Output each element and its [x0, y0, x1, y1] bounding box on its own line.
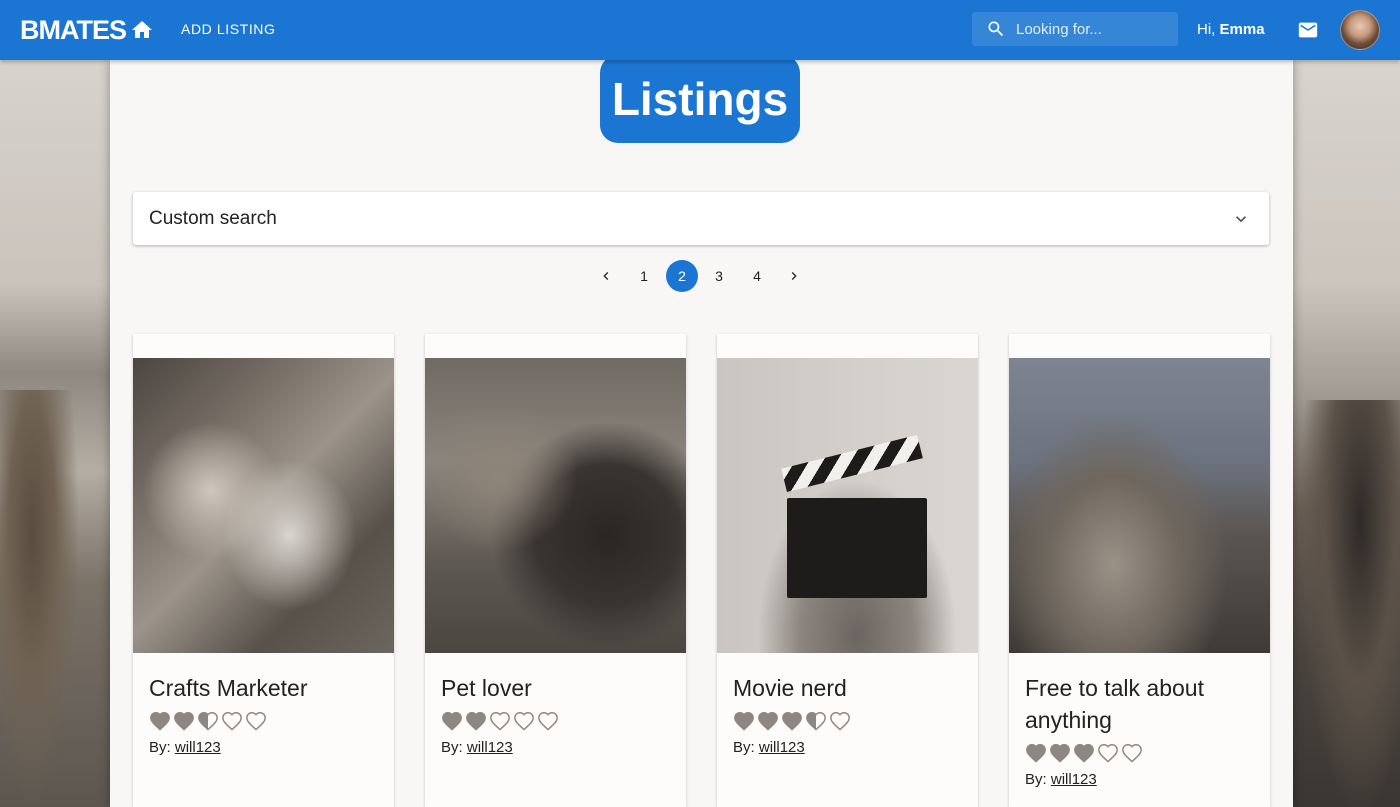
listing-image-money — [1009, 358, 1270, 653]
home-button[interactable] — [130, 18, 154, 42]
author-link[interactable]: will123 — [1051, 771, 1097, 788]
heart-empty-icon — [514, 712, 534, 731]
chevron-left-icon — [603, 272, 609, 280]
heart-full-icon — [466, 712, 486, 731]
by-label: By: — [441, 739, 463, 756]
top-navbar: BMATES ADD LISTING Hi, Emma — [0, 0, 1400, 60]
listing-author: By: will123 — [441, 739, 513, 756]
add-listing-link[interactable]: ADD LISTING — [181, 21, 276, 37]
heart-empty-icon — [538, 712, 558, 731]
listing-author: By: will123 — [733, 739, 805, 756]
rating-hearts — [733, 710, 863, 734]
clapperboard — [787, 498, 927, 598]
listing-card[interactable]: Crafts Marketer By: will123 — [133, 334, 394, 807]
pagination: 1 2 3 4 — [590, 260, 820, 294]
author-link[interactable]: will123 — [759, 739, 805, 756]
listing-title: Pet lover — [441, 675, 532, 701]
heart-empty-icon — [830, 712, 850, 731]
listing-card[interactable]: Pet lover By: will123 — [425, 334, 686, 807]
heart-full-icon — [1026, 744, 1046, 763]
heart-empty-icon — [490, 712, 510, 731]
by-label: By: — [149, 739, 171, 756]
heart-empty-icon — [1122, 744, 1142, 763]
search-input[interactable] — [1016, 18, 1171, 40]
page-title: Listings — [600, 55, 800, 143]
listing-image-pet — [425, 358, 686, 653]
heart-full-icon — [782, 712, 802, 731]
heart-empty-icon — [222, 712, 242, 731]
chevron-down-icon — [1236, 216, 1246, 223]
user-avatar[interactable] — [1340, 10, 1380, 50]
heart-full-icon — [150, 712, 170, 731]
next-page-button[interactable] — [778, 260, 810, 292]
listing-card[interactable]: Free to talk about anything By: will123 — [1009, 334, 1270, 807]
heart-half-icon — [198, 712, 218, 731]
listing-author: By: will123 — [149, 739, 221, 756]
page-button-4[interactable]: 4 — [741, 260, 773, 292]
prev-page-button[interactable] — [590, 260, 622, 292]
heart-empty-icon — [1098, 744, 1118, 763]
mail-icon — [1298, 22, 1318, 38]
page-button-3[interactable]: 3 — [703, 260, 735, 292]
greeting-prefix: Hi, — [1197, 21, 1216, 38]
listing-card[interactable]: Movie nerd By: will123 — [717, 334, 978, 807]
listing-author: By: will123 — [1025, 771, 1097, 788]
heart-full-icon — [442, 712, 462, 731]
heart-full-icon — [734, 712, 754, 731]
chevron-right-icon — [791, 272, 797, 280]
search-icon[interactable] — [986, 19, 1006, 39]
heart-empty-icon — [246, 712, 266, 731]
by-label: By: — [733, 739, 755, 756]
rating-hearts — [1025, 742, 1155, 766]
listing-image-movie — [717, 358, 978, 653]
user-name: Emma — [1219, 21, 1265, 38]
author-link[interactable]: will123 — [467, 739, 513, 756]
brand-logo[interactable]: BMATES — [20, 14, 127, 46]
listing-title: Movie nerd — [733, 675, 847, 701]
background-person-left — [0, 390, 80, 807]
heart-full-icon — [174, 712, 194, 731]
background-person-right — [1300, 400, 1400, 807]
listing-title: Crafts Marketer — [149, 675, 308, 701]
heart-full-icon — [1050, 744, 1070, 763]
page-button-2[interactable]: 2 — [666, 260, 698, 292]
listing-title: Free to talk about anything — [1025, 675, 1204, 733]
messages-button[interactable] — [1297, 19, 1319, 41]
rating-hearts — [149, 710, 279, 734]
search-box — [972, 12, 1178, 46]
heart-half-icon — [806, 712, 826, 731]
by-label: By: — [1025, 771, 1047, 788]
rating-hearts — [441, 710, 571, 734]
custom-search-accordion[interactable]: Custom search — [133, 192, 1269, 245]
custom-search-label: Custom search — [149, 208, 277, 229]
home-icon — [132, 21, 152, 38]
listing-image-crafts — [133, 358, 394, 653]
heart-full-icon — [1074, 744, 1094, 763]
heart-full-icon — [758, 712, 778, 731]
page-button-1[interactable]: 1 — [628, 260, 660, 292]
author-link[interactable]: will123 — [175, 739, 221, 756]
user-greeting: Hi, Emma — [1197, 21, 1265, 38]
